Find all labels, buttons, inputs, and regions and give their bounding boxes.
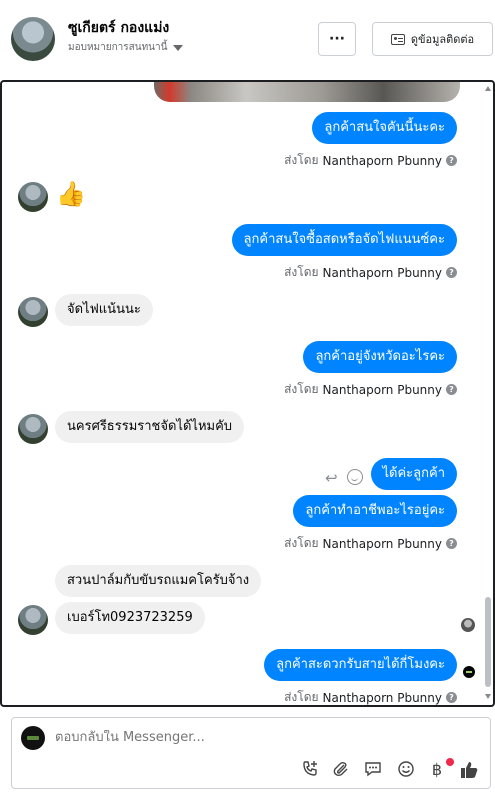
thumbs-up-message[interactable]: 👍 <box>56 180 86 208</box>
message-bubble-incoming[interactable]: นครศรีธรรมราชจัดได้ไหมคับ <box>55 411 245 443</box>
paperclip-icon[interactable] <box>331 760 351 780</box>
sent-by-label: ส่งโดย Nanthaporn Pbunny? <box>284 380 457 399</box>
phone-plus-icon[interactable] <box>300 760 320 780</box>
id-card-icon <box>390 33 405 45</box>
conversation-header: ซูเกียตร์ กองแม่ง มอบหมายการสนทนานี้ ···… <box>0 0 495 80</box>
customer-avatar[interactable] <box>18 182 48 212</box>
seen-by-avatar <box>461 618 475 632</box>
scroll-down-arrow-icon[interactable] <box>485 694 491 699</box>
message-bubble-outgoing[interactable]: ได้ค่ะลูกค้า <box>370 458 457 490</box>
sent-by-label: ส่งโดย Nanthaporn Pbunny? <box>284 263 457 282</box>
view-contact-info-label: ดูข้อมูลติดต่อ <box>410 33 475 46</box>
caret-down-icon <box>173 44 184 51</box>
shared-car-photo[interactable] <box>154 82 460 102</box>
seen-by-page-avatar <box>463 666 475 678</box>
message-bubble-outgoing[interactable]: ลูกค้าสนใจคันนี้นะคะ <box>312 112 457 144</box>
contact-avatar[interactable] <box>11 17 55 61</box>
help-icon[interactable]: ? <box>446 384 457 395</box>
sent-by-label: ส่งโดย Nanthaporn Pbunny? <box>284 688 457 705</box>
contact-name[interactable]: ซูเกียตร์ กองแม่ง <box>68 17 169 39</box>
message-bubble-incoming[interactable]: สวนปาล์มกับขับรถแมคโครับจ้าง <box>55 565 262 597</box>
message-bubble-outgoing[interactable]: ลูกค้าสะดวกรับสายได้กี่โมงคะ <box>264 649 457 681</box>
help-icon[interactable]: ? <box>446 538 457 549</box>
help-icon[interactable]: ? <box>446 267 457 278</box>
reply-input[interactable] <box>55 730 455 745</box>
help-icon[interactable]: ? <box>446 155 457 166</box>
smile-icon[interactable] <box>396 760 416 780</box>
reply-icon[interactable]: ↩ <box>325 469 338 487</box>
scroll-up-arrow-icon[interactable] <box>485 86 491 91</box>
message-bubble-outgoing[interactable]: ลูกค้าสนใจซื้อสดหรือจัดไฟแนนซ์คะ <box>231 224 457 256</box>
customer-avatar[interactable] <box>18 297 48 327</box>
view-contact-info-button[interactable]: ดูข้อมูลติดต่อ <box>372 22 493 56</box>
thumbs-up-icon[interactable] <box>459 760 479 780</box>
assign-label: มอบหมายการสนทนานี้ <box>68 42 168 53</box>
notification-dot <box>446 758 454 766</box>
message-thread[interactable]: ลูกค้าสนใจคันนี้นะคะ ส่งโดย Nanthaporn Pb… <box>0 80 495 707</box>
scroll-thumb[interactable] <box>485 597 491 687</box>
sent-by-label: ส่งโดย Nanthaporn Pbunny? <box>284 151 457 170</box>
more-options-button[interactable]: ··· <box>318 22 356 56</box>
customer-avatar[interactable] <box>18 414 48 444</box>
message-bubble-outgoing[interactable]: ลูกค้าอยู่จังหวัดอะไรคะ <box>303 341 457 373</box>
message-bubble-outgoing[interactable]: ลูกค้าทำอาชีพอะไรอยู่คะ <box>293 495 457 527</box>
page-avatar <box>21 726 45 750</box>
baht-icon[interactable]: ฿ <box>427 760 447 780</box>
message-bubble-incoming[interactable]: เบอร์โท0923723259 <box>55 602 205 634</box>
assign-conversation-dropdown[interactable]: มอบหมายการสนทนานี้ <box>68 40 184 55</box>
chat-scrollbar[interactable] <box>485 82 491 705</box>
sent-by-label: ส่งโดย Nanthaporn Pbunny? <box>284 534 457 553</box>
help-icon[interactable]: ? <box>446 692 457 703</box>
react-emoji-icon[interactable] <box>347 469 363 485</box>
message-bubble-incoming[interactable]: จัดไฟแน้นนะ <box>55 294 153 326</box>
customer-avatar[interactable] <box>18 605 48 635</box>
chat-bubble-icon[interactable] <box>363 760 383 780</box>
reply-composer: ฿ <box>11 717 491 789</box>
